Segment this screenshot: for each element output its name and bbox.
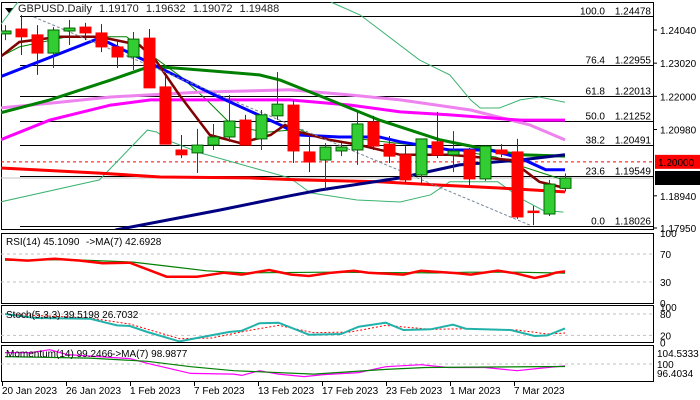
date-axis-label: 20 Jan 2023	[2, 386, 57, 397]
date-axis-label: 26 Jan 2023	[66, 386, 121, 397]
bear-candle-body	[111, 46, 124, 58]
bear-candle-body	[287, 104, 300, 152]
stoch-label: Stoch(5,3,3) 39.5198 26.7032	[6, 310, 139, 321]
collapse-triangle-icon[interactable]	[5, 8, 13, 13]
fib-price-label: 1.20491	[615, 136, 652, 147]
bull-candle-body	[47, 29, 60, 54]
fib-pct-label: 38.2	[586, 136, 606, 147]
bull-candle-body	[319, 146, 332, 161]
bull-candle-body	[559, 177, 572, 189]
fib-pct-label: 61.8	[586, 87, 606, 98]
fib-pct-label: 50.0	[586, 112, 606, 123]
momentum-label: Momentum(14) 99.2466	[6, 349, 113, 360]
rsi-ma-label: ->MA(7) 42.6928	[86, 237, 162, 248]
bear-candle-body	[175, 149, 188, 156]
bull-candle-body	[415, 138, 428, 176]
fib-price-label: 1.19549	[615, 167, 652, 178]
price-axis-label: 1.20980	[660, 125, 697, 136]
candle	[479, 145, 492, 181]
bear-candle-body	[511, 151, 524, 218]
rsi-axis-label: 100	[660, 229, 677, 240]
bull-candle-body	[447, 150, 460, 156]
rsi-label: RSI(14) 45.1090	[6, 237, 80, 248]
fib-pct-label: 23.6	[586, 167, 606, 178]
close-value: 1.19488	[239, 3, 280, 15]
symbol-label: GBPUSD.Daily	[18, 3, 92, 15]
momentum-axis-label: 104.5333	[657, 349, 699, 360]
bull-candle-body	[191, 144, 204, 154]
date-axis-label: 7 Mar 2023	[514, 386, 565, 397]
momentum-ma-label: ->MA(7) 98.9877	[112, 349, 188, 360]
bear-candle-body	[495, 149, 508, 155]
fib-price-label: 1.22955	[615, 56, 652, 67]
bull-candle-body	[335, 146, 348, 152]
date-axis-label: 13 Feb 2023	[258, 386, 315, 397]
date-axis-label: 17 Feb 2023	[322, 386, 379, 397]
current-price-tag-text: 1.19488	[658, 174, 695, 185]
bear-candle-body	[31, 34, 44, 54]
bear-candle-body	[303, 151, 316, 163]
date-axis-label: 1 Feb 2023	[130, 386, 181, 397]
fib-pct-label: 100.0	[580, 7, 605, 18]
bull-candle-body	[223, 120, 236, 138]
bear-candle-body	[79, 26, 92, 34]
chart-header: GBPUSD.Daily 1.19170 1.19632 1.19072 1.1…	[18, 3, 283, 15]
bear-candle-body	[95, 32, 108, 48]
level-price-tag-text: 1.20000	[658, 158, 695, 169]
candle	[143, 29, 156, 89]
bear-candle-body	[383, 143, 396, 157]
price-chart[interactable]: 100.0 1.24478 76.4 1.22955 61.8 1.22013 50.0 1.…	[0, 0, 700, 400]
bear-candle-body	[431, 141, 444, 156]
bear-candle-body	[399, 154, 412, 181]
bear-candle-body	[239, 119, 252, 146]
open-value: 1.19170	[99, 3, 139, 15]
bear-candle-body	[367, 121, 380, 147]
date-axis-label: 1 Mar 2023	[450, 386, 501, 397]
stoch-axis-label: 80	[660, 310, 672, 321]
bull-candle-body	[207, 136, 220, 146]
bull-candle-body	[271, 103, 284, 117]
price-axis-label: 1.23020	[660, 59, 697, 70]
bear-candle-body	[527, 210, 540, 214]
price-axis-label: 1.22000	[660, 92, 697, 103]
price-axis-label: 1.24040	[660, 26, 697, 37]
bear-candle-body	[143, 37, 156, 89]
rsi-axis-label: 30	[660, 278, 672, 289]
high-value: 1.19632	[145, 3, 186, 15]
rsi-axis-label: 70	[660, 250, 672, 261]
chart-window: 100.0 1.24478 76.4 1.22955 61.8 1.22013 50.0 1.…	[0, 0, 700, 400]
date-axis-label: 7 Feb 2023	[194, 386, 245, 397]
bull-candle-body	[255, 114, 268, 140]
fib-pct-label: 76.4	[586, 56, 606, 67]
date-axis-label: 23 Feb 2023	[386, 386, 443, 397]
fib-price-label: 1.21252	[615, 112, 652, 123]
fib-price-label: 1.18026	[615, 217, 652, 228]
fib-pct-label: 0.0	[591, 217, 605, 228]
candle	[543, 179, 556, 216]
price-axis-label: 1.18940	[660, 192, 697, 203]
fib-price-label: 1.24478	[615, 7, 652, 18]
bull-candle-body	[479, 145, 492, 180]
bear-candle-body	[159, 86, 172, 145]
bull-candle-body	[127, 38, 140, 58]
bull-candle-body	[1, 30, 12, 35]
bull-candle-body	[351, 123, 364, 151]
fib-price-label: 1.22013	[615, 87, 652, 98]
bear-candle-body	[463, 149, 476, 180]
bull-candle-body	[543, 183, 556, 215]
momentum-axis-label: 96.4034	[657, 369, 694, 380]
bull-candle-body	[63, 27, 76, 32]
low-value: 1.19072	[192, 3, 233, 15]
bear-candle-body	[15, 28, 28, 38]
